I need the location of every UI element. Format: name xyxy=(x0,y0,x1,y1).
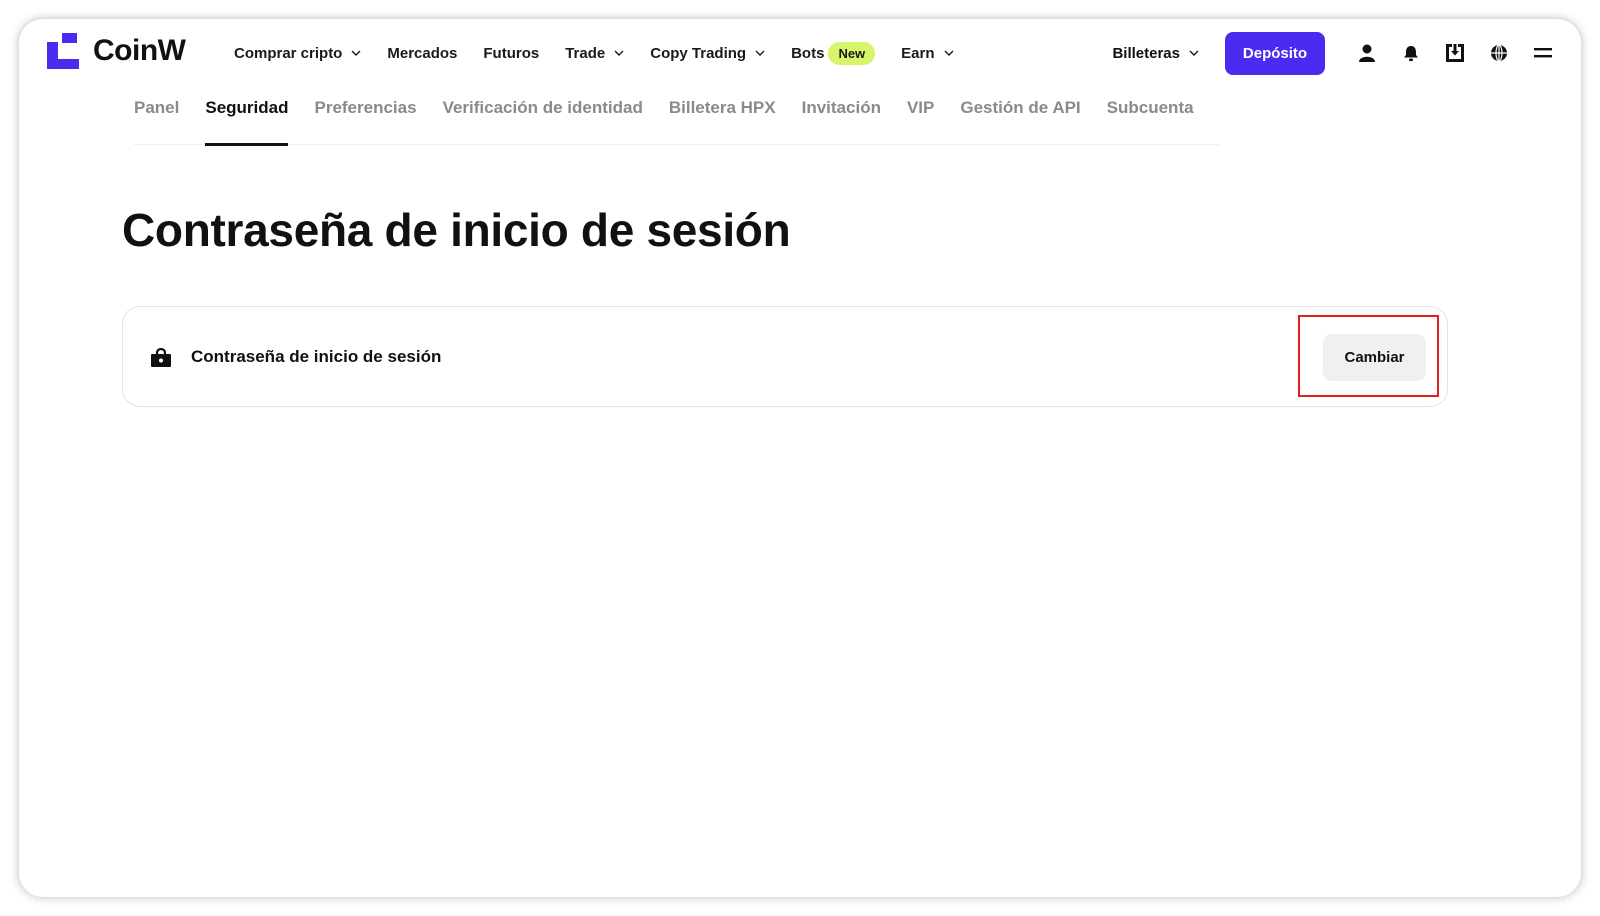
page-title: Contraseña de inicio de sesión xyxy=(122,204,791,256)
chevron-down-icon xyxy=(351,50,361,56)
nav-earn[interactable]: Earn xyxy=(901,44,954,62)
deposit-button[interactable]: Depósito xyxy=(1225,31,1325,75)
wallets-label: Billeteras xyxy=(1112,44,1180,62)
wallets-dropdown[interactable]: Billeteras xyxy=(1112,45,1199,62)
tab-seguridad[interactable]: Seguridad xyxy=(205,95,289,146)
nav-label: Trade xyxy=(565,44,606,62)
download-icon[interactable] xyxy=(1433,33,1477,73)
tab-panel[interactable]: Panel xyxy=(134,95,179,145)
account-tabs: Panel Seguridad Preferencias Verificació… xyxy=(134,95,1219,146)
header-actions: Billeteras Depósito xyxy=(1112,19,1581,87)
bell-icon[interactable] xyxy=(1389,33,1433,73)
chevron-down-icon xyxy=(755,50,765,56)
tab-preferencias[interactable]: Preferencias xyxy=(314,95,416,145)
new-badge: New xyxy=(828,41,876,65)
nav-mercados[interactable]: Mercados xyxy=(387,45,457,62)
main-nav: Comprar cripto Mercados Futuros Trade Co… xyxy=(234,19,980,87)
nav-label: Bots xyxy=(791,44,825,62)
chevron-down-icon xyxy=(1189,50,1199,56)
nav-label: Comprar cripto xyxy=(234,44,343,62)
brand-name: CoinW xyxy=(93,34,186,67)
tab-verificacion-identidad[interactable]: Verificación de identidad xyxy=(443,95,643,145)
nav-label: Mercados xyxy=(387,44,458,62)
lock-icon xyxy=(151,348,171,367)
highlight-box xyxy=(1298,315,1439,397)
nav-trade[interactable]: Trade xyxy=(565,45,624,62)
menu-icon[interactable] xyxy=(1521,33,1565,73)
tab-billetera-hpx[interactable]: Billetera HPX xyxy=(669,95,776,145)
login-password-card: Contraseña de inicio de sesión Cambiar xyxy=(122,306,1448,407)
globe-icon[interactable] xyxy=(1477,33,1521,73)
tab-vip[interactable]: VIP xyxy=(907,95,934,145)
nav-copy-trading[interactable]: Copy Trading xyxy=(650,45,765,62)
tab-subcuenta[interactable]: Subcuenta xyxy=(1107,95,1194,145)
nav-label: Futuros xyxy=(483,44,540,62)
chevron-down-icon xyxy=(614,50,624,56)
card-label: Contraseña de inicio de sesión xyxy=(191,347,442,366)
tab-invitacion[interactable]: Invitación xyxy=(802,95,881,145)
nav-label: Earn xyxy=(901,44,935,62)
nav-bots[interactable]: Bots New xyxy=(791,41,876,65)
tab-gestion-api[interactable]: Gestión de API xyxy=(960,95,1080,145)
user-icon[interactable] xyxy=(1345,33,1389,73)
nav-comprar-cripto[interactable]: Comprar cripto xyxy=(234,45,361,62)
coinw-logo-icon xyxy=(47,33,79,69)
top-navbar: CoinW Comprar cripto Mercados Futuros Tr… xyxy=(19,19,1581,87)
nav-label: Copy Trading xyxy=(650,44,747,62)
brand-logo[interactable]: CoinW xyxy=(47,33,186,69)
app-window: CoinW Comprar cripto Mercados Futuros Tr… xyxy=(19,19,1581,897)
nav-futuros[interactable]: Futuros xyxy=(483,45,539,62)
chevron-down-icon xyxy=(944,50,954,56)
